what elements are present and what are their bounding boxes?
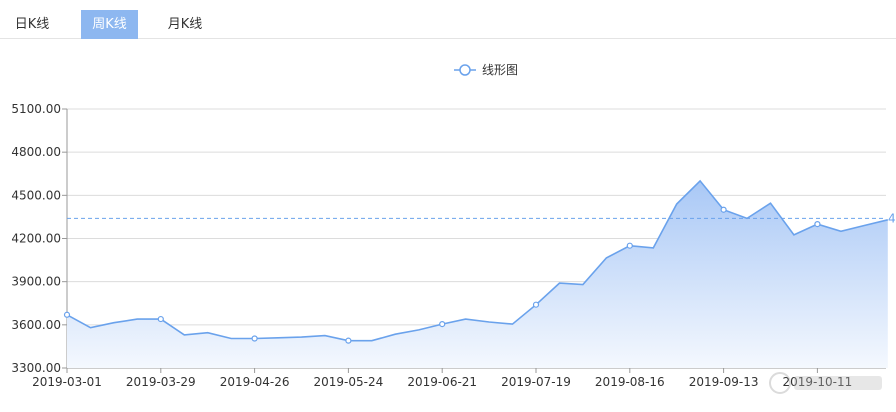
- data-point: [63, 311, 71, 318]
- data-point: [720, 206, 727, 213]
- tab-weekly-k[interactable]: 周K线: [81, 10, 138, 39]
- y-tick-label: 4800.00: [11, 145, 61, 159]
- average-line-label: 4: [888, 211, 896, 225]
- y-tick-label: 3300.00: [11, 361, 61, 375]
- area-fill: [67, 180, 888, 368]
- data-point: [251, 335, 258, 342]
- x-tick-label: 2019-04-26: [220, 375, 290, 389]
- y-axis: 3300.00 3600.00 3900.00 4200.00 4500.00 4800.…: [11, 102, 68, 375]
- line-area-chart: 线形图 3300.00 3600.00 3900.00 4200.00 4500.00 4…: [11, 63, 896, 389]
- y-tick-label: 3900.00: [11, 275, 61, 289]
- data-point: [626, 242, 633, 249]
- data-point: [439, 321, 446, 328]
- data-point: [532, 301, 540, 308]
- y-tick-label: 4500.00: [11, 188, 61, 202]
- tab-monthly-k[interactable]: 月K线: [158, 10, 212, 39]
- x-tick-label: 2019-07-19: [501, 375, 571, 389]
- x-tick-label: 2019-03-29: [126, 375, 196, 389]
- x-axis: 2019-03-01 2019-03-29 2019-04-26 2019-05-24…: [32, 368, 852, 389]
- watermark-logo-icon: [769, 372, 882, 394]
- chart-legend[interactable]: 线形图: [454, 63, 518, 77]
- x-tick-label: 2019-03-01: [32, 375, 102, 389]
- y-tick-label: 3600.00: [11, 318, 61, 332]
- legend-marker-icon: [459, 64, 471, 76]
- data-point: [814, 221, 821, 228]
- tab-daily-k[interactable]: 日K线: [5, 10, 59, 39]
- x-tick-label: 2019-06-21: [407, 375, 477, 389]
- data-point: [157, 315, 164, 323]
- period-tabs: 日K线 周K线 月K线: [0, 0, 896, 39]
- y-tick-label: 4200.00: [11, 232, 61, 246]
- x-tick-label: 2019-09-13: [689, 375, 759, 389]
- y-tick-label: 5100.00: [11, 102, 61, 116]
- x-tick-label: 2019-05-24: [314, 375, 384, 389]
- data-point: [345, 337, 352, 344]
- x-tick-label: 2019-08-16: [595, 375, 665, 389]
- legend-label: 线形图: [482, 63, 518, 77]
